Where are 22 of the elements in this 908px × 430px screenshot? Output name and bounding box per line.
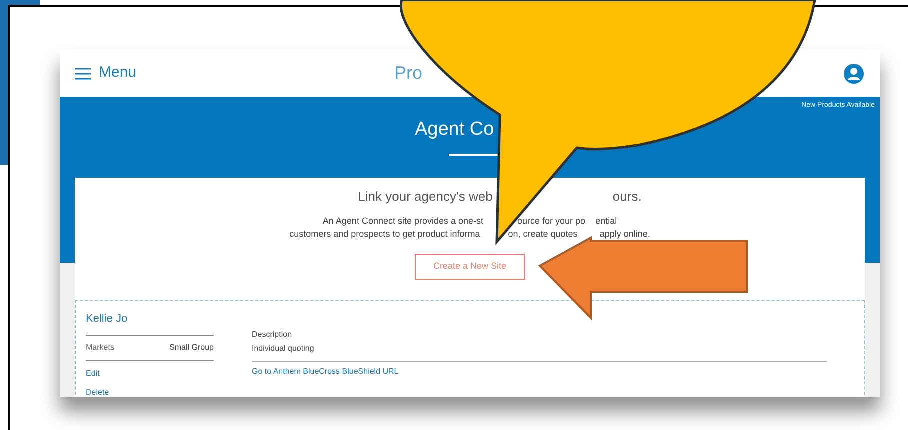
intro-heading: Link your agency's web — [358, 188, 493, 206]
markets-value: Small Group — [170, 342, 214, 354]
intro-text: ential — [596, 214, 618, 228]
intro-text: apply online. — [600, 228, 650, 241]
description-text: Individual quoting — [252, 343, 316, 355]
menu-icon[interactable] — [75, 68, 91, 80]
site-action-link[interactable]: Delete — [86, 386, 214, 397]
intro-text: on, create quotes — [508, 228, 578, 241]
user-avatar-icon[interactable] — [843, 62, 865, 84]
site-url-link[interactable]: Go to Anthem BlueCross BlueShield URL — [252, 366, 827, 378]
intro-text: ource for your po — [518, 214, 586, 228]
create-site-button[interactable]: Create a New Site — [415, 254, 525, 280]
intro-heading: ours. — [612, 188, 642, 206]
menu-label[interactable]: Menu — [99, 62, 137, 85]
site-action-link[interactable]: Edit — [86, 368, 214, 380]
intro-text: customers and prospects to get product informa — [290, 228, 480, 241]
description-label: Description — [252, 329, 294, 341]
page-title: Pro — [394, 62, 423, 85]
banner-title: Agent Co — [414, 118, 494, 142]
markets-label: Markets — [86, 342, 114, 354]
site-name: Kellie Jo — [86, 312, 129, 327]
intro-text: An Agent Connect site provides a one-st — [322, 214, 484, 228]
